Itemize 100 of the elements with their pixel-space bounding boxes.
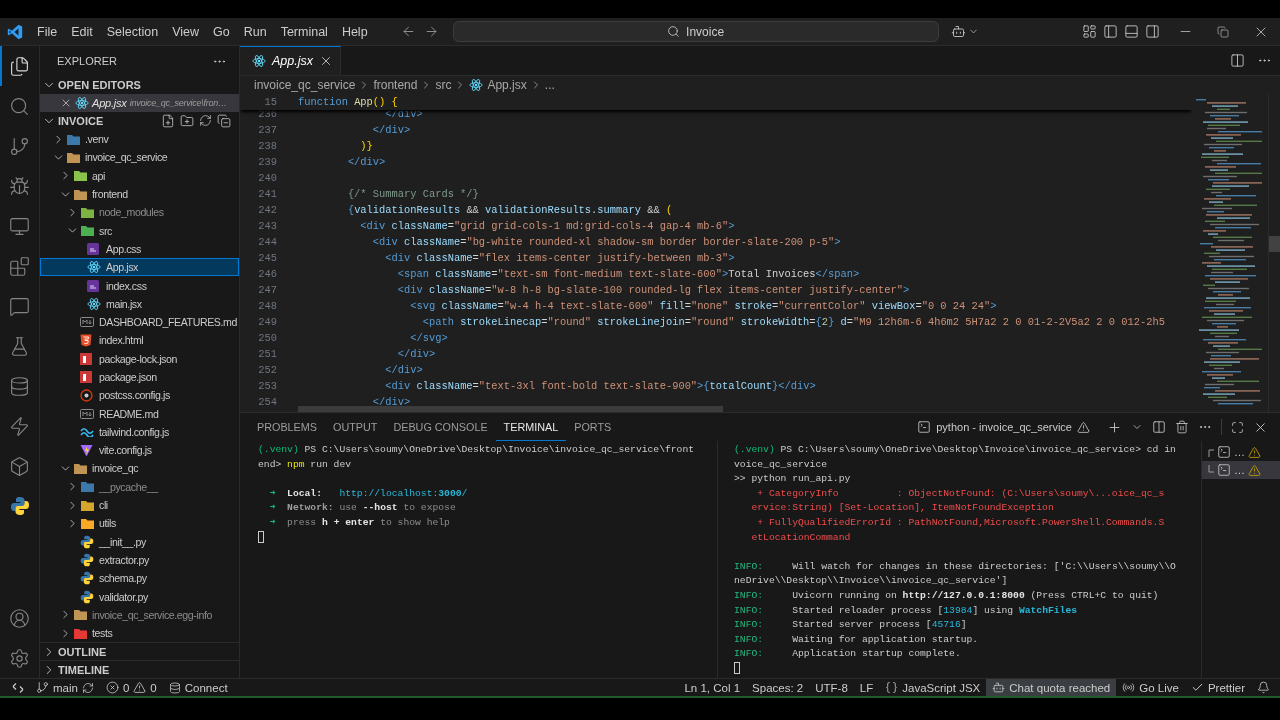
go-live-status[interactable]: Go Live [1116, 679, 1185, 696]
tree-item[interactable]: .venv [40, 130, 239, 149]
command-center-search[interactable]: Invoice [452, 21, 939, 42]
split-editor-icon[interactable] [1230, 53, 1245, 68]
breadcrumb-item[interactable]: invoice_qc_service [254, 78, 356, 92]
tree-item[interactable]: main.jsx [40, 294, 239, 313]
tree-item[interactable]: DASHBOARD_FEATURES.md [40, 312, 239, 332]
collapse-all-icon[interactable] [217, 114, 231, 128]
secondary-sidebar-icon[interactable] [1145, 24, 1160, 39]
menu-item[interactable]: Terminal [273, 21, 335, 42]
chat-status[interactable]: Chat quota reached [986, 679, 1117, 696]
tree-item[interactable]: tailwind.config.js [40, 422, 239, 442]
menu-item[interactable]: Selection [99, 21, 166, 42]
tree-item[interactable]: __init__.py [40, 532, 239, 551]
tree-item[interactable]: README.md [40, 404, 239, 423]
breadcrumb-item[interactable]: App.jsx [469, 78, 527, 92]
panel-tab[interactable]: TERMINAL [495, 413, 567, 441]
maximize-icon[interactable] [1231, 420, 1244, 434]
indentation-status[interactable]: Spaces: 2 [746, 679, 810, 696]
tree-item[interactable]: postcss.config.js [40, 386, 239, 405]
breadcrumb-item[interactable]: ... [544, 78, 555, 92]
terminal-icon [1217, 463, 1231, 477]
terminal-line: ervice:String) [Set-Location], ItemNotFoundException [750, 501, 1055, 516]
tree-item[interactable]: App.css [40, 239, 239, 259]
section-header[interactable]: INVOICE [40, 112, 239, 130]
terminal-selector[interactable]: python - invoice_qc_service [917, 420, 1090, 434]
problems-status[interactable]: 0 0 [99, 679, 163, 696]
tree-item[interactable]: index.html [40, 331, 239, 350]
menu-item[interactable]: File [30, 21, 65, 42]
open-editor-item[interactable]: App.jsx invoice_qc_service\fron… [40, 94, 239, 112]
line-number: 246 [257, 267, 278, 282]
tree-item[interactable]: package-lock.json [40, 349, 239, 368]
menu-item[interactable]: View [165, 21, 206, 42]
tree-item[interactable]: validator.py [40, 587, 239, 606]
tree-item[interactable]: invoice_qc_service [40, 148, 239, 167]
tree-item[interactable]: utils [40, 514, 239, 533]
tree-item[interactable]: src [40, 221, 239, 240]
code-line: </div> [346, 155, 386, 170]
new-folder-icon[interactable] [180, 114, 194, 128]
tree-item[interactable]: extractor.py [40, 550, 239, 570]
tree-item[interactable]: App.jsx [40, 258, 239, 277]
tree-item[interactable]: schema.py [40, 569, 239, 588]
menu-item[interactable]: Go [206, 21, 237, 42]
close-icon[interactable] [60, 97, 72, 109]
tree-item[interactable]: invoice_qc [40, 459, 239, 478]
tree-item[interactable]: index.css [40, 276, 239, 295]
panel-tab[interactable]: OUTPUT [325, 413, 386, 441]
panel-tab[interactable]: PORTS [566, 413, 620, 441]
tree-item[interactable]: cli [40, 495, 239, 515]
trash-icon[interactable] [1175, 420, 1189, 434]
breadcrumb-item[interactable]: src [435, 78, 452, 92]
language-status[interactable]: JavaScript JSX [879, 679, 987, 696]
terminal-line: etLocationCommand [750, 530, 852, 545]
folder-icon [66, 132, 81, 146]
tree-item[interactable]: __pycache__ [40, 477, 239, 496]
line-number: 252 [257, 363, 278, 378]
terminal-icon [1217, 445, 1231, 459]
scrollbar-thumb[interactable] [298, 406, 723, 412]
menu-item[interactable]: Help [334, 21, 375, 42]
terminal-list-item[interactable]: … [1202, 443, 1280, 461]
editor-tab[interactable]: App.jsx [240, 46, 341, 75]
encoding-status[interactable]: UTF-8 [809, 679, 854, 696]
breadcrumb-item[interactable]: frontend [373, 78, 418, 92]
line-ending-status[interactable]: LF [853, 679, 880, 696]
panel-toggle-icon[interactable] [1124, 24, 1139, 39]
panel-tab[interactable]: PROBLEMS [249, 413, 325, 441]
prettier-status[interactable]: Prettier [1184, 679, 1251, 696]
app-logo-icon[interactable] [7, 23, 23, 40]
connect-status[interactable]: Connect [162, 679, 234, 696]
layout-icon[interactable] [1082, 24, 1097, 39]
tree-item[interactable]: package.json [40, 367, 239, 387]
menu-item[interactable]: Edit [64, 21, 100, 42]
tree-item[interactable]: tests [40, 624, 239, 642]
new-file-icon[interactable] [161, 114, 175, 128]
box-icon [9, 455, 30, 477]
terminal-list-item[interactable]: … [1202, 461, 1280, 479]
terminal-line: >> python run_api.py [734, 472, 852, 487]
bot-icon[interactable] [950, 24, 966, 39]
split-terminal-icon[interactable] [1152, 420, 1166, 434]
sidebar-toggle-icon[interactable] [1103, 24, 1118, 39]
tree-item[interactable]: node_modules [40, 203, 239, 222]
tree-item[interactable]: api [40, 166, 239, 185]
section-header[interactable]: OUTLINE [40, 642, 239, 660]
tree-item[interactable]: invoice_qc_service.egg-info [40, 605, 239, 624]
branch-status[interactable]: main [30, 679, 100, 696]
code-line: <div className="flex items-center justify-between mb-3"> [384, 251, 735, 266]
add-terminal-icon[interactable] [1107, 419, 1122, 435]
restore-icon[interactable] [1217, 25, 1229, 38]
line-number: 250 [257, 331, 278, 346]
tree-item[interactable]: vite.config.js [40, 441, 239, 460]
code-line: <div className="grid grid-cols-1 md:grid-cols-4 gap-4 mb-6"> [359, 219, 735, 234]
menu-item[interactable]: Run [236, 21, 274, 42]
scrollbar-thumb[interactable] [1269, 236, 1280, 252]
cursor-position[interactable]: Ln 1, Col 1 [678, 679, 747, 696]
tree-item[interactable]: frontend [40, 184, 239, 204]
panel-tab[interactable]: DEBUG CONSOLE [385, 413, 496, 441]
refresh-icon[interactable] [199, 114, 212, 127]
python-file-icon [80, 571, 94, 586]
section-header[interactable]: OPEN EDITORS [40, 76, 239, 94]
close-icon[interactable] [319, 54, 333, 68]
